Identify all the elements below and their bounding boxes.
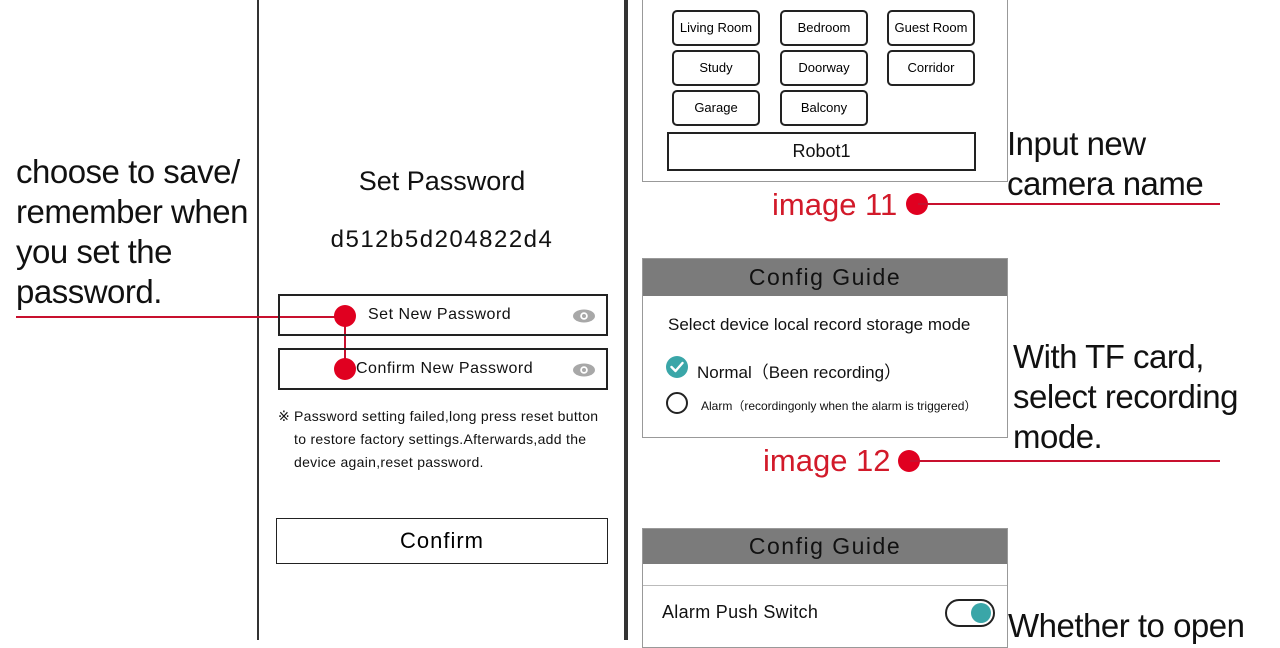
new-password-field[interactable]: Set New Password <box>278 294 608 336</box>
annotation-line: camera name <box>1007 165 1204 202</box>
config-guide-header: Config Guide <box>643 529 1007 564</box>
room-button-study[interactable]: Study <box>672 50 760 86</box>
room-button-living-room[interactable]: Living Room <box>672 10 760 46</box>
annotation-camera-name: Input new camera name <box>1007 124 1204 204</box>
annotation-save-password: choose to save/ remember when you set th… <box>16 152 248 312</box>
check-icon <box>670 361 684 373</box>
annotation-line: mode. <box>1013 418 1103 455</box>
room-button-garage[interactable]: Garage <box>672 90 760 126</box>
room-button-guest-room[interactable]: Guest Room <box>887 10 975 46</box>
device-id: d512b5d204822d4 <box>330 226 554 253</box>
note-mark: ※ <box>278 408 291 424</box>
config-guide-header: Config Guide <box>643 259 1007 296</box>
annotation-line: password. <box>16 273 162 310</box>
annotation-alarm-push: Whether to open <box>1008 607 1245 644</box>
caption-image-12: image 12 <box>763 443 891 478</box>
camera-name-input[interactable]: Robot1 <box>667 132 976 171</box>
room-button-doorway[interactable]: Doorway <box>780 50 868 86</box>
eye-icon[interactable] <box>572 308 596 329</box>
set-password-title: Set Password <box>358 166 526 196</box>
note-line: device again,reset password. <box>294 454 484 470</box>
note-line: Password setting failed,long press reset… <box>294 408 599 424</box>
annotation-line: select recording <box>1013 378 1238 415</box>
pointer-line-tf-card <box>910 460 1220 462</box>
radio-normal-label: Normal（Been recording） <box>697 363 902 382</box>
annotation-line: remember when <box>16 193 248 230</box>
alarm-push-label: Alarm Push Switch <box>662 602 819 622</box>
annotation-marker <box>334 305 356 327</box>
room-button-bedroom[interactable]: Bedroom <box>780 10 868 46</box>
annotation-marker <box>334 358 356 380</box>
radio-alarm[interactable] <box>666 392 688 414</box>
room-button-corridor[interactable]: Corridor <box>887 50 975 86</box>
annotation-line: choose to save/ <box>16 153 240 190</box>
note-line: to restore factory settings.Afterwards,a… <box>294 431 587 447</box>
confirm-password-placeholder: Confirm New Password <box>356 360 534 377</box>
room-button-balcony[interactable]: Balcony <box>780 90 868 126</box>
eye-icon[interactable] <box>572 362 596 383</box>
annotation-line: you set the <box>16 233 172 270</box>
radio-alarm-label: Alarm（recordingonly when the alarm is tr… <box>701 399 977 413</box>
left-phone-left-edge <box>257 0 259 640</box>
annotation-tf-card: With TF card, select recording mode. <box>1013 337 1238 457</box>
toggle-knob <box>971 603 991 623</box>
confirm-password-field[interactable]: Confirm New Password <box>278 348 608 390</box>
record-mode-prompt: Select device local record storage mode <box>668 315 971 334</box>
alarm-push-toggle[interactable] <box>945 599 995 627</box>
confirm-button[interactable]: Confirm <box>276 518 608 564</box>
annotation-line: Input new <box>1007 125 1146 162</box>
new-password-placeholder: Set New Password <box>368 306 512 323</box>
radio-normal[interactable] <box>666 356 688 378</box>
annotation-line: With TF card, <box>1013 338 1204 375</box>
divider <box>643 585 1007 586</box>
password-failure-note: ※ Password setting failed,long press res… <box>278 405 623 474</box>
caption-image-11: image 11 <box>772 187 898 222</box>
right-phone-left-edge <box>626 0 628 640</box>
